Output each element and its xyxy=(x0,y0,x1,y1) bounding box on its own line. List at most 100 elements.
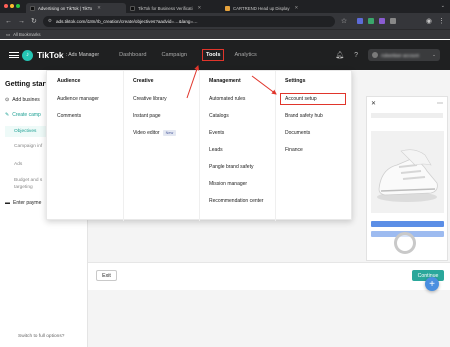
credit-card-icon: ▬ xyxy=(5,200,10,206)
avatar xyxy=(372,52,378,58)
column-divider xyxy=(199,71,200,221)
tools-dropdown-menu: Audience Audience manager Comments Creat… xyxy=(46,70,352,221)
product-image xyxy=(371,131,444,213)
menu-item-creative-library[interactable]: Creative library xyxy=(133,96,167,102)
browser-tab-label: CARTREND Head up Display xyxy=(233,5,290,11)
menu-item-brand-safety-hub[interactable]: Brand safety hub xyxy=(285,113,323,119)
preview-cta-button xyxy=(371,221,444,227)
brand-name: TikTok xyxy=(37,50,64,60)
sidebar-item-label: Add busines xyxy=(12,97,40,103)
sidebar-title: Getting start xyxy=(5,79,48,88)
exit-button[interactable]: Exit xyxy=(96,270,117,281)
sidebar-item-targeting[interactable]: targeting xyxy=(14,185,33,190)
tab-close-icon[interactable]: ✕ xyxy=(295,5,299,11)
tab-close-icon[interactable]: ✕ xyxy=(97,5,101,11)
chevron-down-icon: ⌄ xyxy=(432,52,436,57)
menu-item-leads[interactable]: Leads xyxy=(209,147,223,153)
menu-item-comments[interactable]: Comments xyxy=(57,113,81,119)
browser-toolbar: ← → ↻ ⚙ ads.tiktok.com/i18n/rb_creation/… xyxy=(0,13,450,29)
nav-link-campaign[interactable]: Campaign xyxy=(161,52,187,58)
browser-tab[interactable]: CARTREND Head up Display ✕ xyxy=(221,3,316,13)
new-badge: New xyxy=(162,130,177,136)
menu-item-video-editor[interactable]: Video editor New xyxy=(133,130,177,136)
menu-item-mission-manager[interactable]: Mission manager xyxy=(209,181,247,187)
forward-arrow-icon[interactable]: → xyxy=(18,18,25,25)
switch-full-options-link[interactable]: Switch to full options? xyxy=(18,334,64,339)
tab-close-icon[interactable]: ✕ xyxy=(198,5,202,11)
extension-icon[interactable] xyxy=(357,18,364,24)
account-name: Advertiser account xyxy=(381,52,420,58)
window-controls[interactable] xyxy=(4,4,20,8)
bookmarks-label[interactable]: All Bookmarks xyxy=(13,32,40,37)
menu-item-audience-manager[interactable]: Audience manager xyxy=(57,96,99,102)
nav-link-tools[interactable]: Tools xyxy=(201,49,225,61)
sidebar-item-campaign-info[interactable]: Campaign inf xyxy=(14,144,42,149)
minimize-window-icon[interactable] xyxy=(10,4,14,8)
menu-heading-audience: Audience xyxy=(57,78,81,84)
menu-heading-creative: Creative xyxy=(133,78,154,84)
sidebar-item-label: Enter payme xyxy=(13,200,42,206)
menu-item-catalogs[interactable]: Catalogs xyxy=(209,113,229,119)
bookmark-star-icon[interactable]: ☆ xyxy=(341,18,347,25)
top-navigation: ♪ TikTok : Ads Manager Dashboard Campaig… xyxy=(0,40,450,70)
column-divider xyxy=(275,71,276,221)
close-icon[interactable]: ✕ xyxy=(371,100,376,107)
tab-list-chevron-icon[interactable]: ⌄ xyxy=(441,3,445,9)
sidebar-item-budget[interactable]: Budget and s xyxy=(14,178,42,183)
store-favicon-icon xyxy=(225,5,230,11)
menu-item-recommendation-center[interactable]: Recommendation center xyxy=(209,198,263,204)
sidebar-item-ads[interactable]: Ads xyxy=(14,162,22,167)
extension-icon[interactable] xyxy=(368,18,375,24)
column-divider xyxy=(123,71,124,221)
tiktok-favicon-icon xyxy=(130,5,135,11)
browser-tab[interactable]: TikTok for Business Verificati ✕ xyxy=(126,3,221,13)
profile-icon[interactable]: ◉ xyxy=(426,18,432,25)
close-window-icon[interactable] xyxy=(4,4,8,8)
nav-link-analytics[interactable]: Analytics xyxy=(234,52,256,58)
menu-heading-management: Management xyxy=(209,78,241,84)
site-info-icon[interactable]: ⚙ xyxy=(48,18,52,24)
loading-spinner xyxy=(394,232,416,254)
sneaker-image-icon xyxy=(377,149,438,202)
browser-menu-icon[interactable]: ⋮ xyxy=(438,18,445,25)
footer-bar: Exit Continue xyxy=(88,262,450,290)
help-icon[interactable]: ? xyxy=(354,52,358,59)
more-icon[interactable]: ⋯ xyxy=(437,100,443,107)
browser-tab[interactable]: Advertising on TikTok | TikTo ✕ xyxy=(26,3,126,13)
extension-icon[interactable] xyxy=(379,18,386,24)
menu-item-events[interactable]: Events xyxy=(209,130,224,136)
menu-item-account-setup[interactable]: Account setup xyxy=(280,93,346,105)
brand-subtitle: : Ads Manager xyxy=(65,52,100,58)
menu-item-label: Video editor xyxy=(133,130,160,136)
edit-icon: ✎ xyxy=(5,112,10,118)
menu-item-documents[interactable]: Documents xyxy=(285,130,310,136)
tiktok-logo-icon[interactable]: ♪ xyxy=(22,49,33,61)
browser-tab-label: Advertising on TikTok | TikTo xyxy=(38,5,93,11)
back-arrow-icon[interactable]: ← xyxy=(5,18,12,25)
extension-icon[interactable] xyxy=(390,18,397,24)
check-circle-icon: ⊙ xyxy=(5,97,10,103)
menu-item-pangle-brand-safety[interactable]: Pangle brand safety xyxy=(209,164,253,170)
maximize-window-icon[interactable] xyxy=(16,4,20,8)
sidebar-item-add-business[interactable]: ⊙ Add busines xyxy=(5,97,40,103)
browser-tab-label: TikTok for Business Verificati xyxy=(138,5,193,11)
bookmarks-bar: ▭ All Bookmarks xyxy=(0,29,450,39)
nav-right-group: 🔔︎ ? Advertiser account ⌄ xyxy=(335,49,440,61)
menu-item-finance[interactable]: Finance xyxy=(285,147,303,153)
notification-bell-icon[interactable]: 🔔︎ xyxy=(335,51,344,59)
sidebar-item-label: Create camp xyxy=(12,112,41,118)
reload-icon[interactable]: ↻ xyxy=(31,18,37,25)
menu-item-instant-page[interactable]: Instant page xyxy=(133,113,161,119)
account-switcher[interactable]: Advertiser account ⌄ xyxy=(368,49,440,61)
plus-icon[interactable]: + xyxy=(425,277,439,291)
menu-item-automated-rules[interactable]: Automated rules xyxy=(209,96,245,102)
nav-link-dashboard[interactable]: Dashboard xyxy=(119,52,146,58)
address-bar[interactable]: ⚙ ads.tiktok.com/i18n/rb_creation/create… xyxy=(42,15,335,27)
sidebar-item-enter-payment[interactable]: ▬ Enter payme xyxy=(5,200,41,206)
extensions-area xyxy=(357,18,397,24)
sidebar-item-create-campaign[interactable]: ✎ Create camp xyxy=(5,112,41,118)
hamburger-menu-icon[interactable] xyxy=(9,50,19,60)
folder-icon: ▭ xyxy=(6,31,11,37)
browser-tab-bar: Advertising on TikTok | TikTo ✕ TikTok f… xyxy=(0,0,450,13)
tiktok-favicon-icon xyxy=(30,5,35,11)
